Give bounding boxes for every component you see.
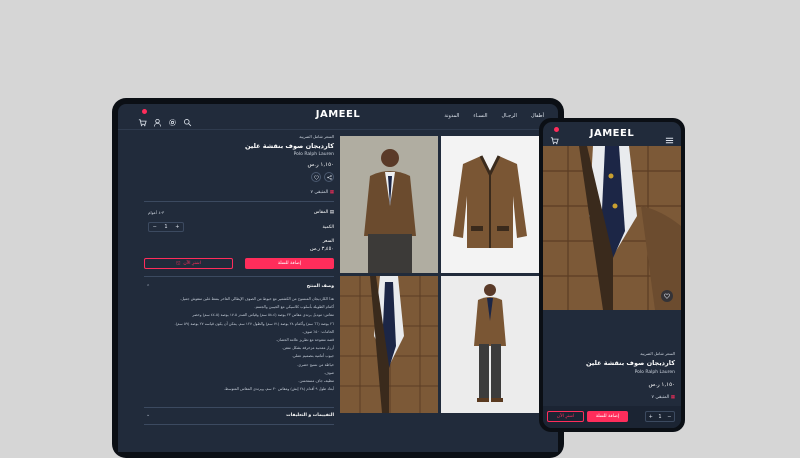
product-price: ١,١٥٠ ر.س	[648, 382, 675, 388]
heart-icon[interactable]	[661, 290, 673, 302]
product-price: ١,١٥٠ ر.س	[307, 162, 334, 168]
product-page: السعر شامل الضريبة كارديجان صوف بنقشة غل…	[118, 131, 558, 452]
description-line: أزرار معدنية مزخرفة بشكل متقن.	[281, 346, 334, 351]
description-text: هذا الكارديجان المنسوج من الكشمير مع خيو…	[146, 295, 334, 393]
description-line: أبعاد طول ٩ أقدام (٢٨ إنش) ومقاس ٣٠ سم، …	[223, 387, 334, 392]
divider	[144, 424, 334, 425]
decrement-button[interactable]: −	[665, 414, 674, 420]
description-line: خياطة من نسيج حصري.	[296, 362, 334, 367]
reviews-heading[interactable]: التقييمات و التعليقات	[286, 413, 334, 418]
stock-icon: ▦	[329, 190, 334, 195]
mobile-product-image[interactable]	[543, 146, 681, 310]
menu-item-men[interactable]: الرجـال	[502, 113, 517, 119]
stock-indicator: ▦ المتبقي ٧	[310, 190, 334, 195]
total-value: ٣,٤٥٠ ر.س	[309, 246, 334, 252]
chevron-down-icon[interactable]: ⌄	[146, 412, 150, 418]
stock-text: المتبقي ٧	[651, 395, 670, 400]
product-image-flat[interactable]	[441, 136, 539, 273]
user-icon[interactable]	[153, 112, 162, 131]
cart-badge	[142, 109, 147, 114]
description-line: مقاس: موديل يرتدي مقاس ٢٣ بوصة (٥٨.٤ سم)…	[192, 313, 334, 318]
description-heading[interactable]: وصف المنتج	[307, 284, 334, 289]
add-to-cart-button[interactable]: إضافة للسلة	[587, 411, 628, 422]
search-icon[interactable]	[183, 112, 192, 131]
increment-button[interactable]: +	[646, 414, 655, 420]
product-image-full-length[interactable]	[441, 276, 539, 413]
description-line: الخامات: ٥٠٪ صوف.	[302, 329, 334, 334]
divider	[144, 201, 334, 202]
description-line: تنظيف جاف مستحسن.	[298, 379, 334, 384]
product-image-model-front[interactable]	[340, 136, 438, 273]
quantity-label: الكمية	[322, 225, 334, 230]
product-brand[interactable]: Polo Ralph Lauren	[294, 152, 334, 157]
description-line: صوف.	[323, 370, 334, 375]
quantity-value[interactable]: 1	[655, 414, 664, 420]
add-to-cart-label: إضافة للسلة	[595, 414, 620, 419]
tablet-device: JAMEEL المدونة النسـاء الرجـال أطفال الس…	[112, 98, 564, 458]
increment-button[interactable]: +	[172, 224, 183, 230]
divider	[144, 407, 334, 408]
add-to-cart-button[interactable]: إضافة للسلة	[245, 258, 334, 269]
stock-icon: ▦	[670, 395, 675, 400]
quantity-value[interactable]: 1	[160, 224, 171, 230]
nav-icons	[138, 109, 192, 131]
brand-logo[interactable]: JAMEEL	[590, 128, 634, 139]
size-label: ▤ المقاس	[314, 210, 334, 215]
ruler-icon: ▤	[329, 210, 334, 215]
cart-badge	[554, 127, 559, 132]
breadcrumb: السعر شامل الضريبة	[299, 134, 334, 139]
size-label-text: المقاس	[313, 210, 329, 215]
brand-logo[interactable]: JAMEEL	[316, 109, 360, 120]
menu-item-women[interactable]: النسـاء	[473, 113, 487, 119]
breadcrumb: السعر شامل الضريبة	[640, 351, 675, 356]
quantity-stepper[interactable]: − 1 +	[148, 222, 184, 232]
mobile-action-bar: + 1 − إضافة للسلة اشترِ الآن	[543, 406, 681, 428]
product-details: السعر شامل الضريبة كارديجان صوف بنقشة غل…	[144, 131, 334, 452]
description-line: أكمام الطويلة بأسلوب كلاسيكي مع الجيبين …	[254, 305, 334, 310]
quantity-stepper[interactable]: + 1 −	[645, 411, 675, 422]
menu-item-kids[interactable]: أطفال	[531, 113, 544, 119]
chevron-up-icon[interactable]: ⌃	[146, 284, 150, 290]
divider	[144, 276, 334, 277]
tablet-screen: JAMEEL المدونة النسـاء الرجـال أطفال الس…	[118, 104, 558, 452]
product-title: كارديجان صوف بنقشة غلين	[585, 359, 675, 367]
buy-now-label: اشترِ الآن	[556, 414, 575, 419]
size-value[interactable]: ٣-٤ أعوام	[148, 210, 164, 215]
decrement-button[interactable]: −	[149, 224, 160, 230]
description-line: ٢٦ بوصة (٦٦ سم) وأكمام ٢٨ بوصة (٧١ سم) و…	[174, 321, 334, 326]
product-image-closeup[interactable]	[340, 276, 438, 413]
total-label: السعر	[322, 239, 334, 244]
stock-indicator: ▦ المتبقي ٧	[651, 395, 675, 400]
top-navigation: JAMEEL المدونة النسـاء الرجـال أطفال	[118, 104, 558, 130]
product-brand[interactable]: Polo Ralph Lauren	[635, 370, 675, 375]
buy-now-button[interactable]: اشترِ الآن	[547, 411, 584, 422]
menu-item-blog[interactable]: المدونة	[444, 113, 459, 119]
share-icon[interactable]	[324, 172, 334, 182]
heart-icon[interactable]	[311, 172, 321, 182]
main-menu: المدونة النسـاء الرجـال أطفال	[444, 113, 544, 119]
add-to-cart-label: إضافة للسلة	[277, 261, 302, 266]
description-line: هذا الكارديجان المنسوج من الكشمير مع خيو…	[180, 297, 334, 301]
phone-screen: JAMEEL السعر شامل الضريبة كارديجان صوف ب…	[543, 122, 681, 428]
phone-device: JAMEEL السعر شامل الضريبة كارديجان صوف ب…	[539, 118, 685, 432]
description-line: جيوب أمامية بتصميم عملي.	[291, 354, 334, 359]
mobile-navigation: JAMEEL	[543, 122, 681, 146]
product-title: كارديجان صوف بنقشة غلين	[244, 142, 334, 150]
cart-icon[interactable]	[138, 109, 147, 131]
description-line: قصة مفتوحة مع تطريز علامة الحصان.	[275, 338, 334, 343]
buy-now-label: اشترِ الآن	[183, 261, 201, 266]
bag-icon: ◱	[176, 261, 181, 266]
buy-now-button[interactable]: ◱ اشترِ الآن	[144, 258, 233, 269]
stock-text: المتبقي ٧	[310, 190, 329, 195]
gear-icon[interactable]	[168, 112, 177, 131]
